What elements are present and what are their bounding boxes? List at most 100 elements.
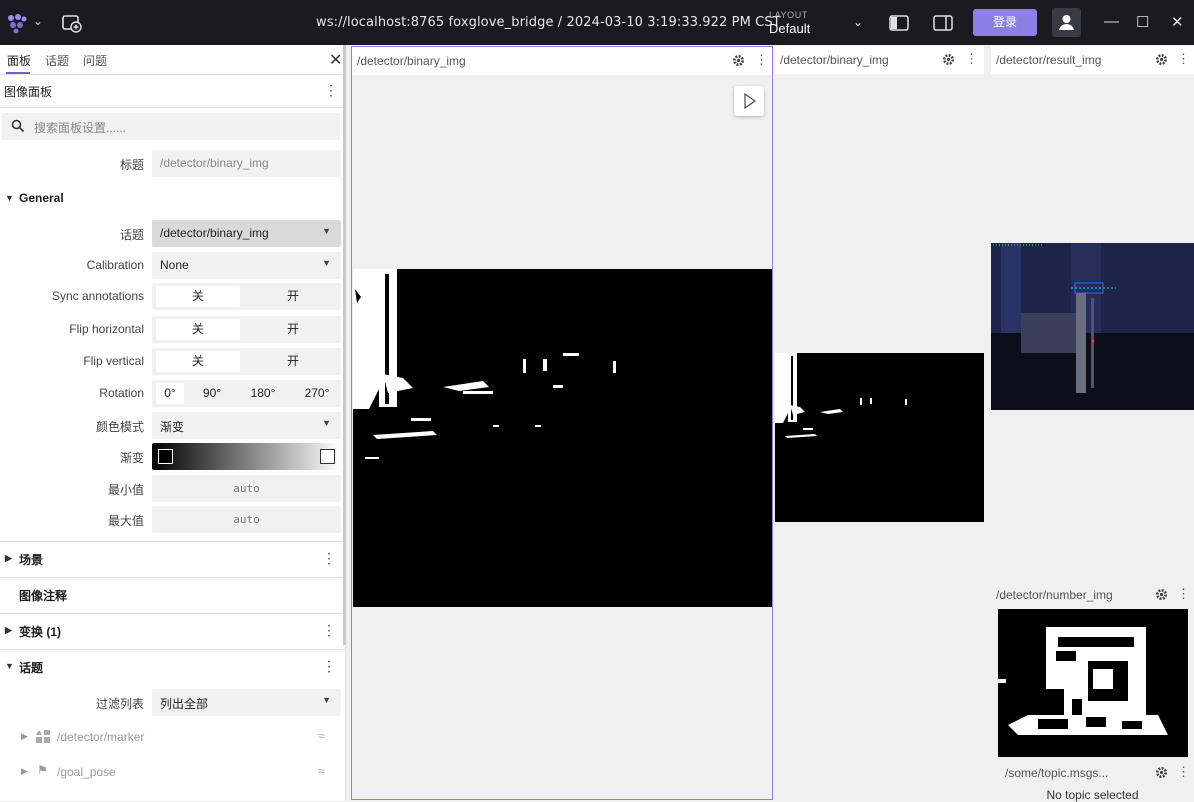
close-window-icon[interactable]: ✕	[1171, 13, 1184, 31]
sidebar-scrollbar[interactable]	[343, 45, 346, 645]
topic-row-marker[interactable]: ▶ /detector/marker ≈	[0, 723, 346, 753]
flip-vertical-toggle: 关 开	[152, 348, 341, 375]
flip-h-off-option[interactable]: 关	[156, 319, 240, 340]
max-value-label: 最大值	[107, 514, 144, 528]
gear-icon[interactable]	[942, 53, 955, 66]
binary-image-content	[353, 269, 616, 459]
binary-image	[353, 269, 772, 607]
marker-icon	[36, 730, 50, 743]
maximize-icon[interactable]: ☐	[1136, 13, 1149, 31]
section-transforms-label: 变换 (1)	[19, 625, 62, 639]
sync-annotations-label: Sync annotations	[51, 289, 144, 303]
topic-row-goal-pose[interactable]: ▶ ⚑ /goal_pose ≈	[0, 758, 346, 788]
panel-menu-icon[interactable]: ⋮	[755, 52, 768, 68]
color-mode-label: 颜色模式	[95, 420, 144, 434]
binary-image-content	[775, 353, 907, 438]
image-panel-binary-1[interactable]: /detector/binary_img ⋮	[351, 46, 773, 800]
rotation-270-option[interactable]: 270°	[297, 383, 337, 404]
section-scene[interactable]: ▶ 场景 ⋮	[0, 550, 346, 567]
binary-image	[775, 353, 984, 522]
user-avatar[interactable]	[1052, 8, 1081, 37]
gear-icon[interactable]	[1155, 588, 1168, 601]
panel-menu-icon[interactable]: ⋮	[1177, 764, 1190, 780]
panel-title: 图像面板	[4, 85, 53, 99]
login-button[interactable]: 登录	[973, 9, 1037, 36]
section-topics[interactable]: ▼ 话题 ⋮	[0, 658, 346, 675]
divider	[0, 541, 346, 542]
panel-menu-icon[interactable]: ⋮	[1177, 51, 1190, 67]
panel-menu-icon[interactable]: ⋮	[965, 51, 978, 67]
title-label: 标题	[119, 158, 144, 172]
sync-on-option[interactable]: 开	[248, 286, 338, 307]
filter-list-select[interactable]: 列出全部 ▼	[152, 689, 341, 716]
topic-select-value: /detector/binary_img	[160, 226, 269, 240]
panel-header-title[interactable]: /detector/number_img	[996, 588, 1113, 602]
dropdown-arrow-icon: ▼	[322, 695, 331, 705]
flag-icon: ⚑	[37, 763, 48, 777]
min-value-input[interactable]: auto	[152, 475, 341, 502]
sidebar-tabs: 面板 话题 问题 ✕	[0, 45, 346, 75]
panel-menu-icon[interactable]: ⋮	[1177, 586, 1190, 602]
empty-panel[interactable]: /some/topic.msgs... ⋮ No topic selected	[991, 759, 1194, 802]
scene-menu-icon[interactable]: ⋮	[322, 550, 336, 567]
tab-topics[interactable]: 话题	[45, 52, 69, 69]
gear-icon[interactable]	[1155, 766, 1168, 779]
dropdown-arrow-icon: ▼	[322, 258, 331, 268]
topic-label: 话题	[119, 228, 144, 242]
right-sidebar-toggle-icon[interactable]	[932, 12, 954, 34]
gear-icon[interactable]	[1155, 53, 1168, 66]
flip-v-on-option[interactable]: 开	[248, 351, 338, 372]
calibration-select[interactable]: None ▼	[152, 252, 341, 279]
panel-menu-icon[interactable]: ⋮	[324, 82, 338, 99]
color-mode-select[interactable]: 渐变 ▼	[152, 412, 341, 439]
close-sidebar-icon[interactable]: ✕	[329, 50, 342, 70]
topic-select[interactable]: /detector/binary_img ▼	[152, 220, 341, 247]
dropdown-arrow-icon: ▼	[322, 226, 331, 236]
topics-menu-icon[interactable]: ⋮	[322, 658, 336, 675]
app-toolbar: ⌄ ws://localhost:8765 foxglove_bridge / …	[0, 0, 1194, 45]
active-tab-indicator	[6, 72, 30, 74]
layout-selector[interactable]: Default	[769, 21, 810, 36]
transforms-menu-icon[interactable]: ⋮	[322, 622, 336, 639]
left-sidebar-toggle-icon[interactable]	[888, 12, 910, 34]
rotation-0-option[interactable]: 0°	[156, 383, 184, 404]
connection-status[interactable]: ws://localhost:8765 foxglove_bridge / 20…	[316, 15, 781, 30]
user-icon	[1059, 15, 1074, 30]
flip-v-off-option[interactable]: 关	[156, 351, 240, 372]
minimize-icon[interactable]: —	[1104, 13, 1119, 30]
layout-chevron-icon[interactable]: ⌄	[853, 15, 863, 29]
rotation-180-option[interactable]: 180°	[244, 383, 282, 404]
image-panel-binary-2[interactable]: /detector/binary_img ⋮	[775, 46, 984, 800]
panel-header-title[interactable]: /detector/result_img	[996, 53, 1101, 67]
tab-panel[interactable]: 面板	[7, 52, 31, 69]
flip-h-on-option[interactable]: 开	[248, 319, 338, 340]
panel-header-title[interactable]: /some/topic.msgs...	[1005, 766, 1108, 780]
gear-icon[interactable]	[732, 54, 745, 67]
divider	[0, 107, 346, 108]
number-image	[998, 609, 1188, 757]
visibility-hidden-icon[interactable]: ≈	[318, 729, 325, 743]
search-placeholder: 搜索面板设置......	[34, 121, 127, 135]
add-panel-icon[interactable]	[62, 13, 82, 33]
rotation-90-option[interactable]: 90°	[194, 383, 230, 404]
visibility-hidden-icon[interactable]: ≈	[318, 764, 325, 778]
section-transforms[interactable]: ▶ 变换 (1) ⋮	[0, 622, 346, 639]
cursor-icon	[744, 92, 757, 110]
title-field[interactable]: /detector/binary_img	[152, 150, 341, 177]
section-annotations[interactable]: 图像注释	[0, 587, 346, 603]
calibration-label: Calibration	[86, 258, 144, 272]
sync-off-option[interactable]: 关	[156, 286, 240, 307]
settings-search-input[interactable]: 搜索面板设置......	[2, 113, 340, 140]
panel-header-title[interactable]: /detector/binary_img	[357, 54, 466, 68]
gradient-end-swatch[interactable]	[320, 449, 335, 464]
image-panel-result[interactable]: /detector/result_img ⋮	[991, 46, 1194, 579]
tab-problems[interactable]: 问题	[83, 52, 107, 69]
max-value-input[interactable]: auto	[152, 506, 341, 533]
app-menu-chevron-icon[interactable]: ⌄	[33, 14, 43, 28]
image-panel-number[interactable]: /detector/number_img ⋮	[991, 581, 1194, 757]
interaction-mode-button[interactable]	[734, 86, 764, 116]
foxglove-logo[interactable]	[6, 12, 28, 34]
section-general[interactable]: ▼ General	[0, 191, 346, 207]
panel-header-title[interactable]: /detector/binary_img	[780, 53, 889, 67]
gradient-start-swatch[interactable]	[158, 449, 173, 464]
